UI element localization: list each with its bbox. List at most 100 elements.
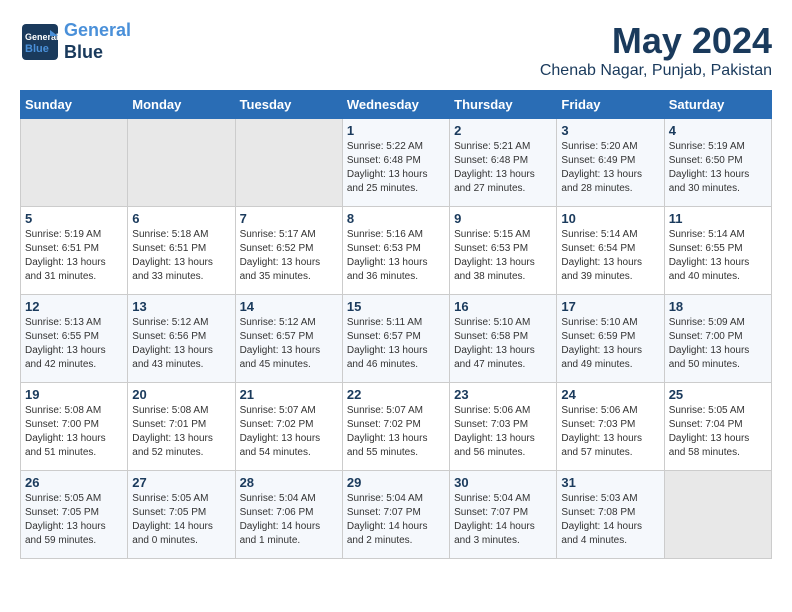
- day-info: Sunrise: 5:10 AMSunset: 6:59 PMDaylight:…: [561, 316, 659, 372]
- calendar-cell: 30 Sunrise: 5:04 AMSunset: 7:07 PMDayligh…: [450, 471, 557, 559]
- day-number: 7: [240, 211, 338, 226]
- calendar-cell: 3 Sunrise: 5:20 AMSunset: 6:49 PMDaylight…: [557, 119, 664, 207]
- day-number: 29: [347, 475, 445, 490]
- day-info: Sunrise: 5:05 AMSunset: 7:05 PMDaylight:…: [25, 492, 123, 548]
- day-number: 3: [561, 123, 659, 138]
- day-info: Sunrise: 5:05 AMSunset: 7:04 PMDaylight:…: [669, 404, 767, 460]
- calendar-cell: 16 Sunrise: 5:10 AMSunset: 6:58 PMDayligh…: [450, 295, 557, 383]
- day-info: Sunrise: 5:04 AMSunset: 7:06 PMDaylight:…: [240, 492, 338, 548]
- day-number: 9: [454, 211, 552, 226]
- location-title: Chenab Nagar, Punjab, Pakistan: [540, 62, 772, 80]
- calendar-cell: 19Sunrise: 5:08 AMSunset: 7:00 PMDayligh…: [21, 383, 128, 471]
- day-number: 1: [347, 123, 445, 138]
- calendar-cell: [128, 119, 235, 207]
- day-number: 28: [240, 475, 338, 490]
- day-info: Sunrise: 5:17 AMSunset: 6:52 PMDaylight:…: [240, 228, 338, 284]
- weekday-header-sunday: Sunday: [21, 91, 128, 119]
- day-info: Sunrise: 5:21 AMSunset: 6:48 PMDaylight:…: [454, 140, 552, 196]
- day-number: 14: [240, 299, 338, 314]
- calendar-cell: 26 Sunrise: 5:05 AMSunset: 7:05 PMDayligh…: [21, 471, 128, 559]
- day-info: Sunrise: 5:19 AMSunset: 6:50 PMDaylight:…: [669, 140, 767, 196]
- day-number: 25: [669, 387, 767, 402]
- calendar-cell: 14Sunrise: 5:12 AMSunset: 6:57 PMDayligh…: [235, 295, 342, 383]
- day-number: 26: [25, 475, 123, 490]
- day-info: Sunrise: 5:14 AMSunset: 6:55 PMDaylight:…: [669, 228, 767, 284]
- weekday-header-monday: Monday: [128, 91, 235, 119]
- day-info: Sunrise: 5:18 AMSunset: 6:51 PMDaylight:…: [132, 228, 230, 284]
- calendar-cell: 17 Sunrise: 5:10 AMSunset: 6:59 PMDayligh…: [557, 295, 664, 383]
- calendar-cell: 11 Sunrise: 5:14 AMSunset: 6:55 PMDayligh…: [664, 207, 771, 295]
- day-info: Sunrise: 5:06 AMSunset: 7:03 PMDaylight:…: [561, 404, 659, 460]
- day-info: Sunrise: 5:04 AMSunset: 7:07 PMDaylight:…: [347, 492, 445, 548]
- day-number: 31: [561, 475, 659, 490]
- day-number: 24: [561, 387, 659, 402]
- day-info: Sunrise: 5:08 AMSunset: 7:00 PMDaylight:…: [25, 404, 123, 460]
- day-number: 15: [347, 299, 445, 314]
- calendar-cell: 22 Sunrise: 5:07 AMSunset: 7:02 PMDayligh…: [342, 383, 449, 471]
- calendar-cell: 1Sunrise: 5:22 AMSunset: 6:48 PMDaylight…: [342, 119, 449, 207]
- calendar-cell: 12Sunrise: 5:13 AMSunset: 6:55 PMDayligh…: [21, 295, 128, 383]
- calendar-week-2: 5Sunrise: 5:19 AMSunset: 6:51 PMDaylight…: [21, 207, 772, 295]
- calendar-week-3: 12Sunrise: 5:13 AMSunset: 6:55 PMDayligh…: [21, 295, 772, 383]
- weekday-header-saturday: Saturday: [664, 91, 771, 119]
- calendar-cell: 25 Sunrise: 5:05 AMSunset: 7:04 PMDayligh…: [664, 383, 771, 471]
- day-info: Sunrise: 5:06 AMSunset: 7:03 PMDaylight:…: [454, 404, 552, 460]
- calendar-cell: 10Sunrise: 5:14 AMSunset: 6:54 PMDayligh…: [557, 207, 664, 295]
- day-info: Sunrise: 5:20 AMSunset: 6:49 PMDaylight:…: [561, 140, 659, 196]
- day-info: Sunrise: 5:08 AMSunset: 7:01 PMDaylight:…: [132, 404, 230, 460]
- day-info: Sunrise: 5:07 AMSunset: 7:02 PMDaylight:…: [240, 404, 338, 460]
- calendar-week-4: 19Sunrise: 5:08 AMSunset: 7:00 PMDayligh…: [21, 383, 772, 471]
- calendar-cell: 24 Sunrise: 5:06 AMSunset: 7:03 PMDayligh…: [557, 383, 664, 471]
- logo: General Blue GeneralBlue: [20, 20, 131, 63]
- calendar-cell: 29 Sunrise: 5:04 AMSunset: 7:07 PMDayligh…: [342, 471, 449, 559]
- calendar-cell: 13 Sunrise: 5:12 AMSunset: 6:56 PMDayligh…: [128, 295, 235, 383]
- calendar-cell: 5Sunrise: 5:19 AMSunset: 6:51 PMDaylight…: [21, 207, 128, 295]
- title-block: May 2024 Chenab Nagar, Punjab, Pakistan: [540, 20, 772, 80]
- day-info: Sunrise: 5:07 AMSunset: 7:02 PMDaylight:…: [347, 404, 445, 460]
- calendar-cell: [21, 119, 128, 207]
- day-number: 17: [561, 299, 659, 314]
- calendar-cell: 31Sunrise: 5:03 AMSunset: 7:08 PMDayligh…: [557, 471, 664, 559]
- day-number: 2: [454, 123, 552, 138]
- day-number: 30: [454, 475, 552, 490]
- calendar-cell: 20Sunrise: 5:08 AMSunset: 7:01 PMDayligh…: [128, 383, 235, 471]
- svg-text:Blue: Blue: [25, 43, 49, 55]
- calendar-cell: 27Sunrise: 5:05 AMSunset: 7:05 PMDayligh…: [128, 471, 235, 559]
- page-header: General Blue GeneralBlue May 2024 Chenab…: [20, 20, 772, 80]
- day-number: 16: [454, 299, 552, 314]
- day-info: Sunrise: 5:16 AMSunset: 6:53 PMDaylight:…: [347, 228, 445, 284]
- day-info: Sunrise: 5:11 AMSunset: 6:57 PMDaylight:…: [347, 316, 445, 372]
- calendar-header: SundayMondayTuesdayWednesdayThursdayFrid…: [21, 91, 772, 119]
- calendar-cell: 6 Sunrise: 5:18 AMSunset: 6:51 PMDaylight…: [128, 207, 235, 295]
- calendar-cell: [235, 119, 342, 207]
- calendar-week-1: 1Sunrise: 5:22 AMSunset: 6:48 PMDaylight…: [21, 119, 772, 207]
- day-info: Sunrise: 5:14 AMSunset: 6:54 PMDaylight:…: [561, 228, 659, 284]
- calendar-cell: 28 Sunrise: 5:04 AMSunset: 7:06 PMDayligh…: [235, 471, 342, 559]
- day-info: Sunrise: 5:09 AMSunset: 7:00 PMDaylight:…: [669, 316, 767, 372]
- calendar-cell: 7 Sunrise: 5:17 AMSunset: 6:52 PMDaylight…: [235, 207, 342, 295]
- logo-text: GeneralBlue: [64, 20, 131, 63]
- day-info: Sunrise: 5:10 AMSunset: 6:58 PMDaylight:…: [454, 316, 552, 372]
- calendar-cell: [664, 471, 771, 559]
- calendar-cell: 8 Sunrise: 5:16 AMSunset: 6:53 PMDaylight…: [342, 207, 449, 295]
- calendar-cell: 2 Sunrise: 5:21 AMSunset: 6:48 PMDaylight…: [450, 119, 557, 207]
- day-info: Sunrise: 5:15 AMSunset: 6:53 PMDaylight:…: [454, 228, 552, 284]
- day-number: 4: [669, 123, 767, 138]
- weekday-header-thursday: Thursday: [450, 91, 557, 119]
- logo-icon: General Blue: [20, 22, 60, 62]
- calendar-cell: 4 Sunrise: 5:19 AMSunset: 6:50 PMDaylight…: [664, 119, 771, 207]
- day-number: 11: [669, 211, 767, 226]
- month-title: May 2024: [540, 20, 772, 62]
- calendar-cell: 23Sunrise: 5:06 AMSunset: 7:03 PMDayligh…: [450, 383, 557, 471]
- day-number: 12: [25, 299, 123, 314]
- day-number: 8: [347, 211, 445, 226]
- weekday-header-friday: Friday: [557, 91, 664, 119]
- day-number: 13: [132, 299, 230, 314]
- calendar-cell: 18Sunrise: 5:09 AMSunset: 7:00 PMDayligh…: [664, 295, 771, 383]
- calendar-cell: 21 Sunrise: 5:07 AMSunset: 7:02 PMDayligh…: [235, 383, 342, 471]
- day-number: 21: [240, 387, 338, 402]
- day-number: 6: [132, 211, 230, 226]
- day-info: Sunrise: 5:12 AMSunset: 6:56 PMDaylight:…: [132, 316, 230, 372]
- day-number: 22: [347, 387, 445, 402]
- day-info: Sunrise: 5:04 AMSunset: 7:07 PMDaylight:…: [454, 492, 552, 548]
